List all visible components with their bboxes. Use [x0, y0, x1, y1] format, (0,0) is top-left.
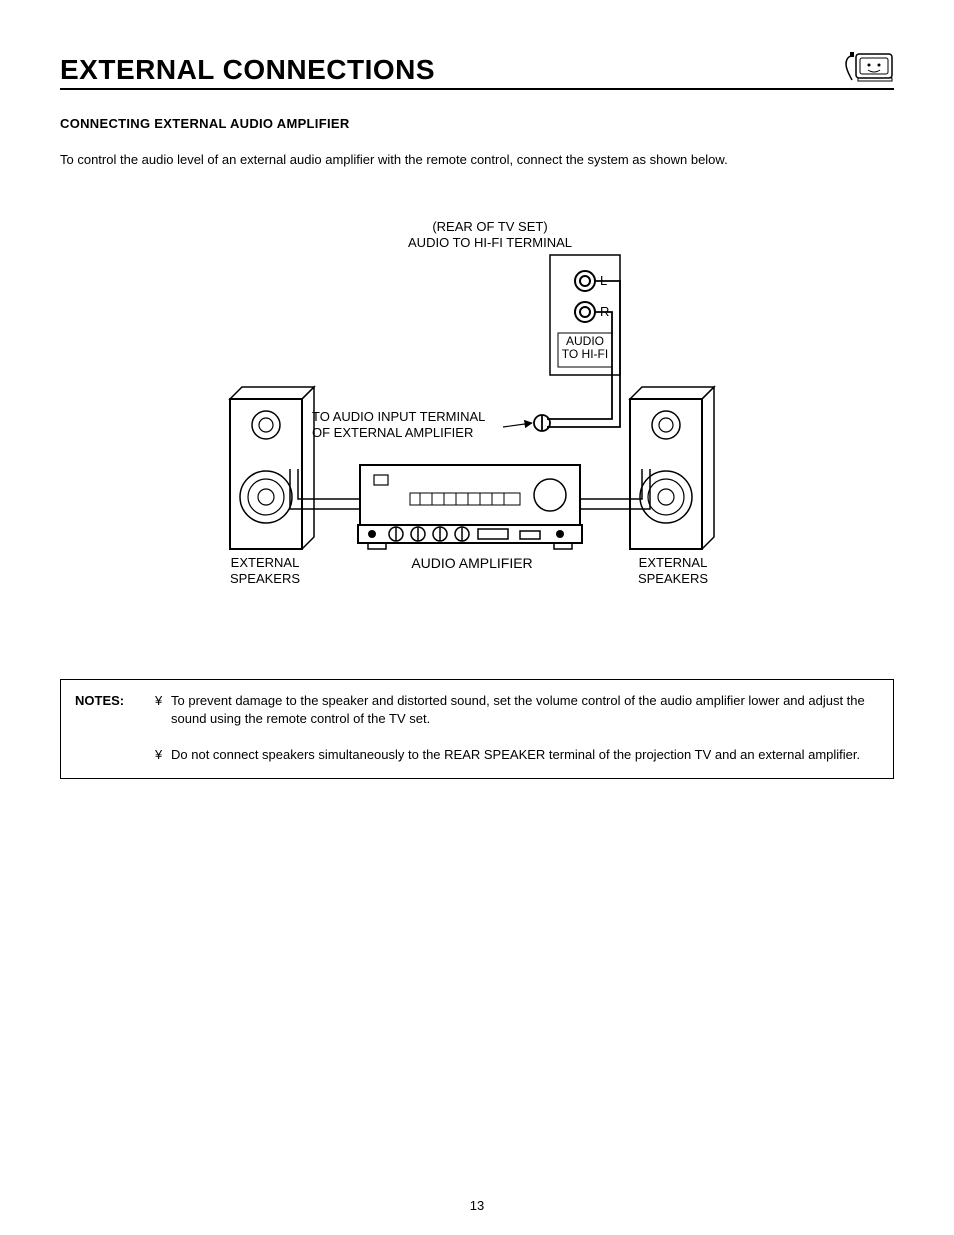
notes-heading: NOTES:	[75, 692, 155, 728]
diagram-label-hifi-box: AUDIO TO HI-FI	[558, 335, 612, 361]
diagram-label-ext-speakers-right: EXTERNAL SPEAKERS	[618, 555, 728, 588]
bullet-icon: ¥	[155, 746, 171, 764]
bullet-icon: ¥	[155, 692, 171, 728]
page-title: EXTERNAL CONNECTIONS	[60, 54, 435, 86]
diagram-label-amplifier: AUDIO AMPLIFIER	[392, 555, 552, 573]
diagram-label-ext-speakers-left: EXTERNAL SPEAKERS	[210, 555, 320, 588]
section-intro: To control the audio level of an externa…	[60, 151, 894, 169]
notes-box: NOTES: ¥ To prevent damage to the speake…	[60, 679, 894, 780]
diagram-label-jack-l: L	[600, 273, 607, 289]
connection-diagram: (REAR OF TV SET) AUDIO TO HI-FI TERMINAL…	[60, 209, 894, 629]
notes-item-2: Do not connect speakers simultaneously t…	[171, 746, 879, 764]
diagram-label-audio-input: TO AUDIO INPUT TERMINAL OF EXTERNAL AMPL…	[312, 409, 512, 442]
diagram-label-jack-r: R	[600, 304, 609, 320]
section-subheading: CONNECTING EXTERNAL AUDIO AMPLIFIER	[60, 116, 894, 131]
manual-page: EXTERNAL CONNECTIONS CONNECTING EXTERNAL…	[0, 0, 954, 1235]
page-header: EXTERNAL CONNECTIONS	[60, 50, 894, 90]
diagram-label-rear-tv: (REAR OF TV SET) AUDIO TO HI-FI TERMINAL	[380, 219, 600, 252]
computer-icon	[838, 50, 894, 86]
notes-item-1: To prevent damage to the speaker and dis…	[171, 692, 879, 728]
page-number: 13	[0, 1198, 954, 1213]
